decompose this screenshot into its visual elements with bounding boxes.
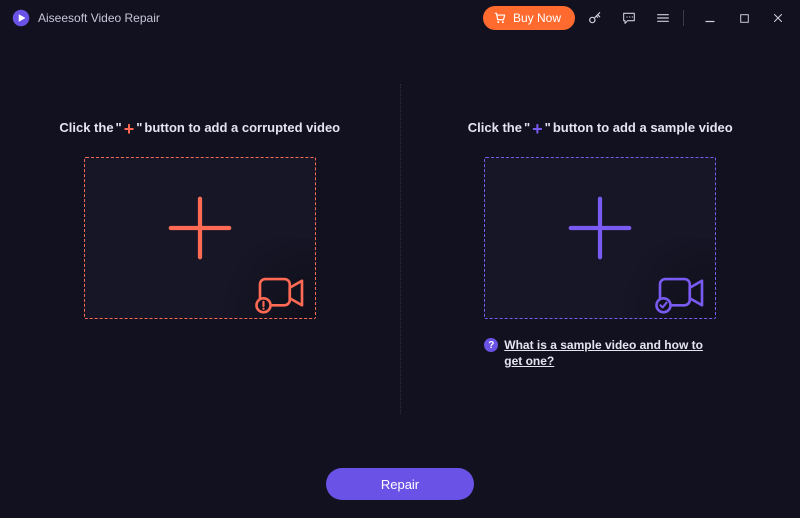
add-sample-video-dropzone[interactable] — [484, 157, 716, 319]
corrupted-panel-title: Click the " + " button to add a corrupte… — [59, 120, 340, 135]
sample-help-row: ? What is a sample video and how to get … — [484, 337, 716, 369]
add-corrupted-video-dropzone[interactable] — [84, 157, 316, 319]
minimize-icon — [703, 11, 717, 25]
close-button[interactable] — [764, 4, 792, 32]
corrupted-video-panel: Click the " + " button to add a corrupte… — [0, 36, 400, 466]
maximize-icon — [738, 12, 751, 25]
cart-icon — [493, 11, 507, 25]
add-icon — [561, 189, 639, 267]
repair-button[interactable]: Repair — [326, 468, 474, 500]
app-logo-icon — [12, 9, 30, 27]
broken-video-icon — [253, 272, 309, 314]
titlebar: Aiseesoft Video Repair Buy Now — [0, 0, 800, 36]
register-key-button[interactable] — [581, 4, 609, 32]
footer: Repair — [0, 468, 800, 500]
corrupted-title-post: button to add a corrupted video — [144, 120, 340, 135]
sample-panel-title: Click the " + " button to add a sample v… — [468, 120, 733, 135]
sample-title-pre: Click the — [468, 120, 522, 135]
menu-button[interactable] — [649, 4, 677, 32]
chat-icon — [621, 10, 637, 26]
minimize-button[interactable] — [696, 4, 724, 32]
buy-now-label: Buy Now — [513, 11, 561, 25]
maximize-button[interactable] — [730, 4, 758, 32]
buy-now-button[interactable]: Buy Now — [483, 6, 575, 30]
app-title: Aiseesoft Video Repair — [38, 11, 160, 25]
titlebar-separator — [683, 10, 684, 26]
sample-video-panel: Click the " + " button to add a sample v… — [401, 36, 800, 466]
close-icon — [771, 11, 785, 25]
sample-title-post: button to add a sample video — [553, 120, 733, 135]
feedback-button[interactable] — [615, 4, 643, 32]
sample-help-link[interactable]: What is a sample video and how to get on… — [504, 337, 716, 369]
help-icon: ? — [484, 338, 498, 352]
main-area: Click the " + " button to add a corrupte… — [0, 36, 800, 466]
corrupted-title-pre: Click the — [59, 120, 113, 135]
sample-video-icon — [653, 272, 709, 314]
menu-icon — [655, 10, 671, 26]
key-icon — [587, 10, 603, 26]
repair-button-label: Repair — [381, 477, 419, 492]
add-icon — [161, 189, 239, 267]
